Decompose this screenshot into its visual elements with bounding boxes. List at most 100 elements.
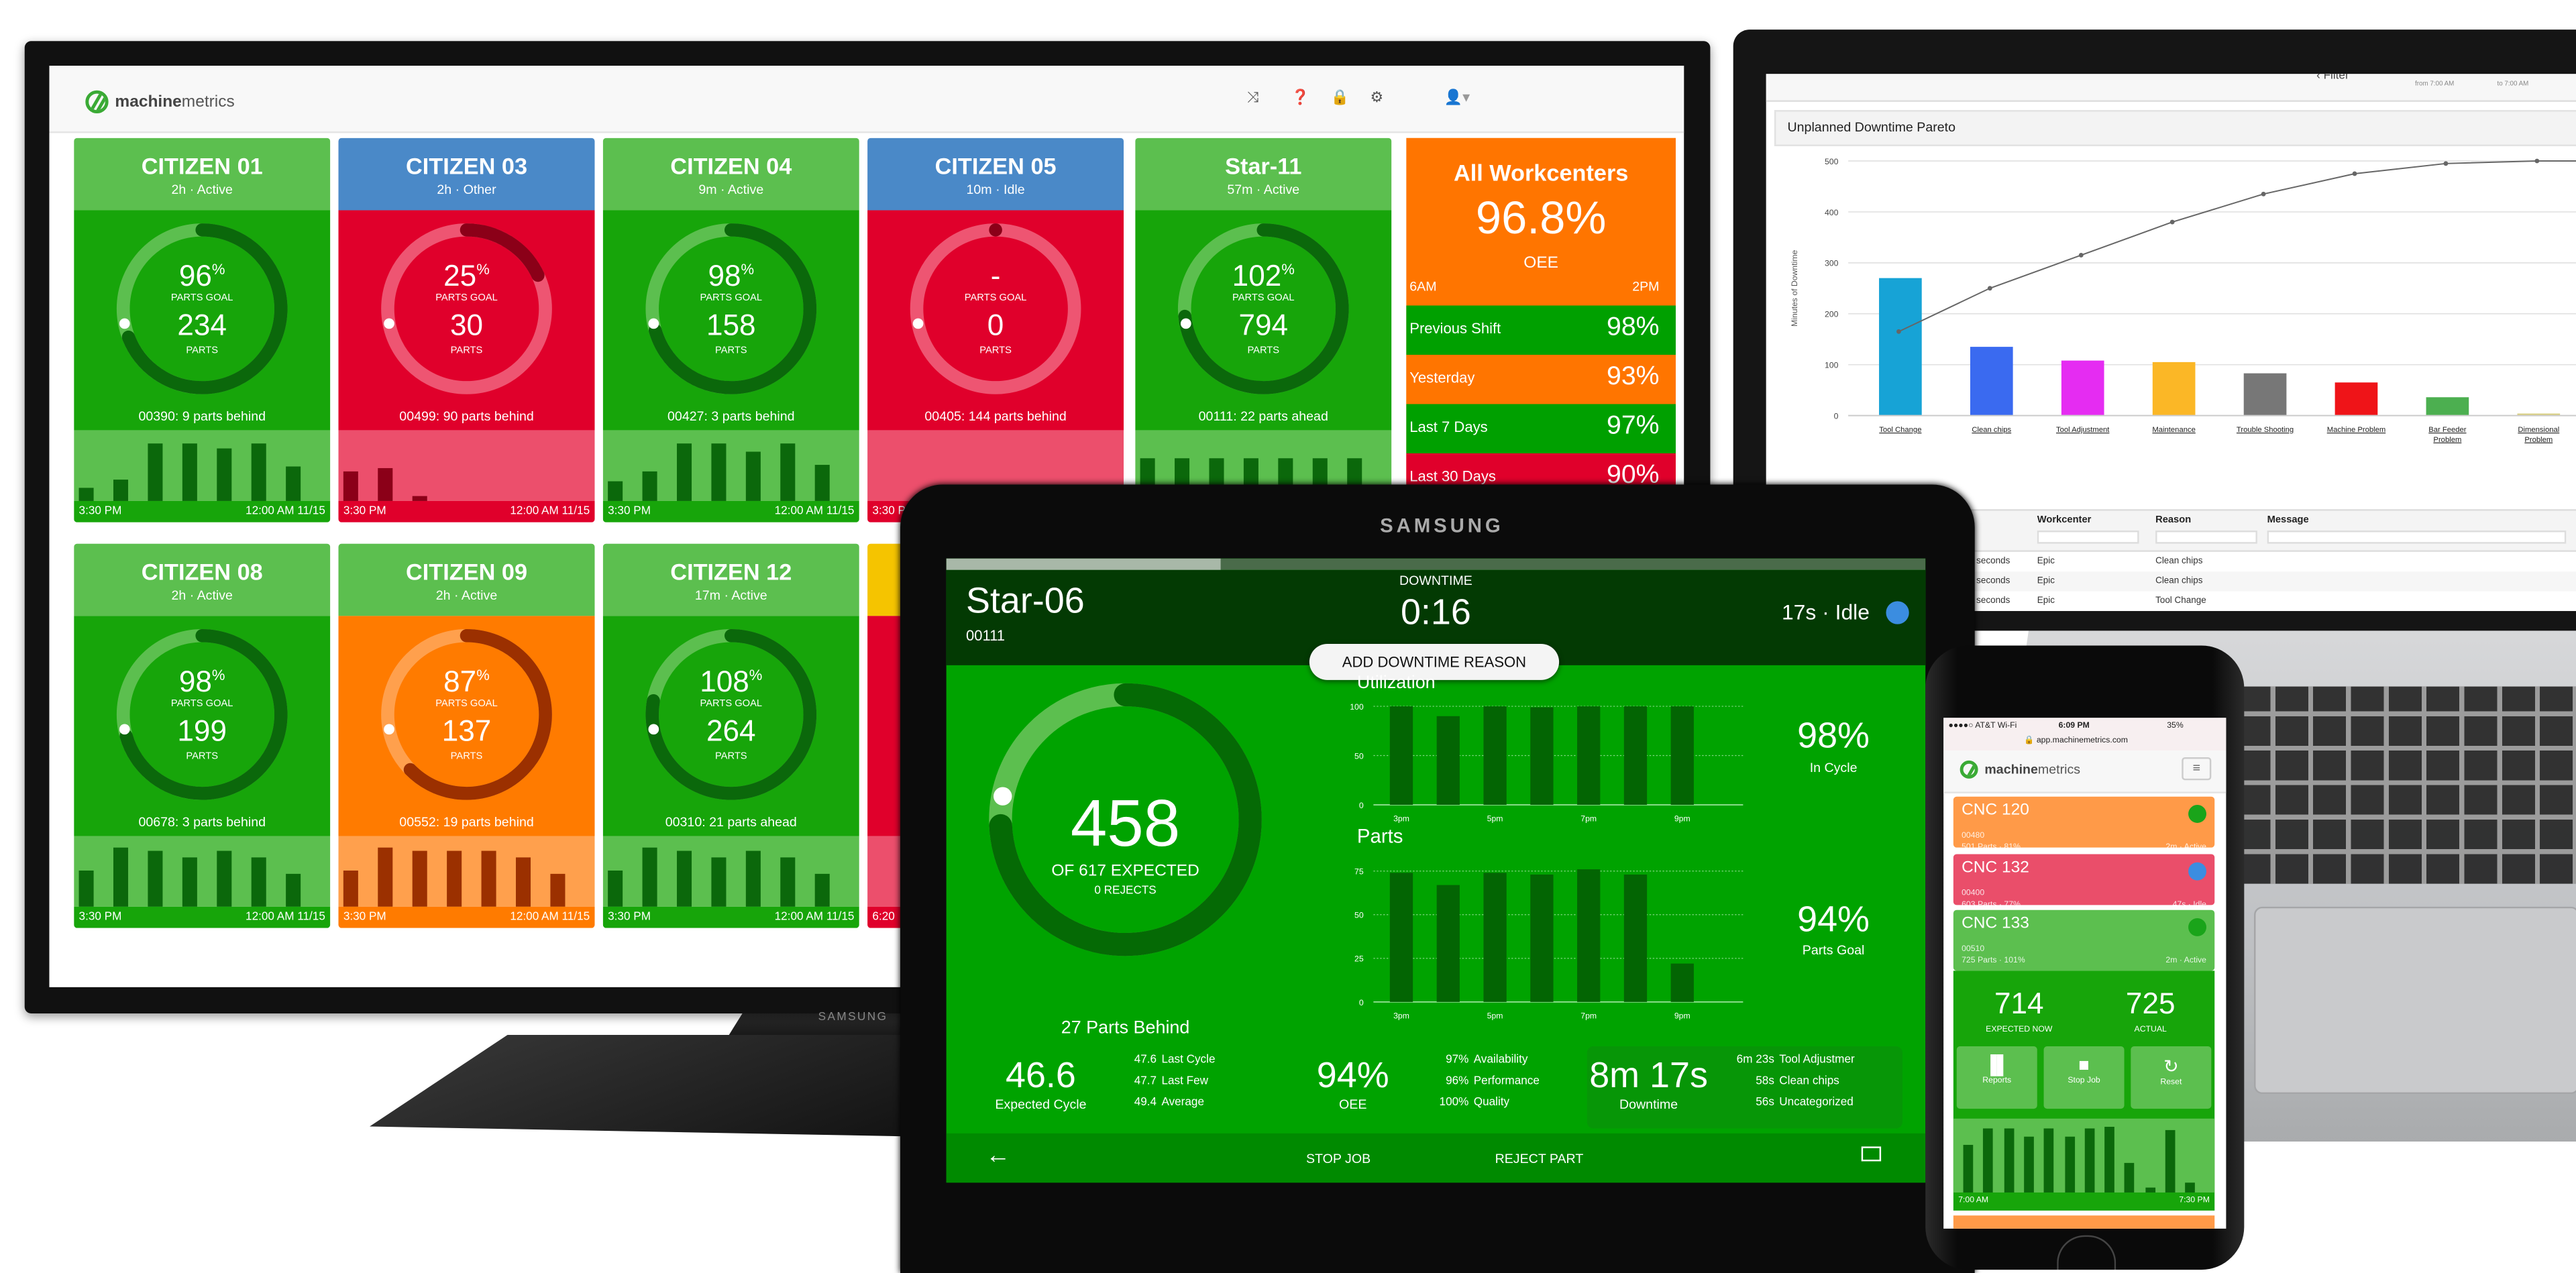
workcenter-tile[interactable]: CITIZEN 04 9m · Active 98% PARTS GOAL 158 PAR…	[602, 137, 859, 522]
parts-goal-percent: 102%	[1232, 259, 1295, 292]
workcenter-tile[interactable]: CITIZEN 01 2h · Active 96% PARTS GOAL 234 PAR…	[74, 137, 331, 522]
column-header[interactable]: Reason	[2155, 516, 2191, 526]
cumulative-point	[2078, 253, 2084, 258]
time-start: 3:30 PM	[78, 506, 122, 518]
x-tick-label: 7pm	[1580, 814, 1597, 823]
job-progress: 00552: 19 parts behind	[399, 814, 534, 830]
reset-button[interactable]: ↻ Reset	[2131, 1046, 2212, 1109]
tile-header: Star-11 57m · Active	[1135, 137, 1392, 211]
column-filter-input[interactable]	[2037, 531, 2139, 544]
oee-period-row[interactable]: Previous Shift 98%	[1406, 305, 1676, 355]
cumulative-line	[1898, 160, 2576, 333]
stop-job-button[interactable]: ■ Stop Job	[2043, 1046, 2125, 1109]
parts-goal-percent: 108%	[700, 665, 763, 698]
x-tick-label[interactable]: Tool Adjustment	[2056, 426, 2110, 434]
workcenter-tile[interactable]: CITIZEN 12 17m · Active 108% PARTS GOAL 264 P…	[602, 543, 859, 928]
parts-goal-percent: 25%	[443, 259, 490, 292]
reject-part-button[interactable]: REJECT PART	[1495, 1152, 1584, 1166]
parts-goal-label: PARTS GOAL	[1232, 294, 1295, 305]
chart-bar	[1483, 706, 1507, 806]
job-number: 00111	[966, 627, 1006, 645]
pareto-bar[interactable]	[1970, 347, 2013, 416]
to-time[interactable]: to 7:00 AM	[2497, 79, 2528, 87]
shuffle-icon[interactable]: ⤨	[1247, 89, 1259, 107]
stop-job-button[interactable]: STOP JOB	[1306, 1152, 1371, 1166]
cumulative-point	[2169, 219, 2175, 225]
pareto-bar[interactable]	[2243, 373, 2287, 416]
parts-goal-label: PARTS GOAL	[435, 700, 498, 710]
column-filter-input[interactable]	[2155, 531, 2257, 544]
hamburger-menu-icon[interactable]: ≡	[2182, 757, 2212, 781]
x-tick-label[interactable]: Trouble Shooting	[2237, 426, 2294, 434]
x-tick-label[interactable]: Bar Feeder	[2428, 426, 2467, 434]
tile-header: CITIZEN 01 2h · Active	[74, 137, 331, 211]
pareto-bar[interactable]	[2334, 382, 2378, 416]
workcenter-tile[interactable]: CITIZEN 05 10m · Idle - PARTS GOAL 0 PARTS 004…	[867, 137, 1124, 522]
workcenter-tile[interactable]: Star-11 57m · Active 102% PARTS GOAL 794 PART…	[1135, 137, 1392, 522]
cycle-value: 46.6	[1005, 1054, 1076, 1096]
table-cell: seconds	[1976, 557, 2010, 567]
column-filter-input[interactable]	[2267, 531, 2567, 544]
parts-label: PARTS	[979, 346, 1012, 357]
next-card[interactable]	[1953, 1215, 2215, 1229]
chart-bar	[2104, 1127, 2115, 1193]
workcenter-tile[interactable]: CITIZEN 09 2h · Active 87% PARTS GOAL 137 PAR…	[338, 543, 595, 928]
x-tick-label[interactable]: Maintenance	[2152, 426, 2195, 434]
help-icon[interactable]: ❓	[1291, 89, 1309, 107]
x-tick-label[interactable]: Dimensional	[2518, 426, 2559, 434]
lock-icon[interactable]: 🔒	[1331, 89, 1349, 107]
allwc-oee-value: 96.8%	[1475, 192, 1607, 243]
machine-card[interactable]: CNC 120 00480 501 Parts · 81% 2m · Active	[1953, 796, 2215, 852]
pareto-bar[interactable]	[1879, 278, 1922, 416]
oee-period-row[interactable]: Yesterday 93%	[1406, 354, 1676, 404]
from-time[interactable]: from 7:00 AM	[2415, 79, 2454, 87]
chart-bar	[1389, 706, 1413, 806]
back-arrow-icon[interactable]: ←	[985, 1142, 1010, 1170]
x-tick-label[interactable]: Tool Change	[1879, 426, 1921, 434]
tv-brand: SAMSUNG	[818, 1011, 888, 1023]
workcenter-tile[interactable]: CITIZEN 03 2h · Other 25% PARTS GOAL 30 PARTS…	[338, 137, 595, 522]
tablet-machine-view: Star-06 00111 DOWNTIME 0:16 17s · Idle A…	[946, 558, 1926, 1183]
pareto-bar[interactable]	[2152, 362, 2196, 416]
machine-card[interactable]: CNC 133 00510 725 Parts · 101% 2m · Active	[1953, 909, 2215, 971]
x-tick-label[interactable]: Problem	[2433, 436, 2461, 444]
chart-start-time: 7:00 AM	[1958, 1195, 1989, 1206]
period-label: Yesterday	[1409, 370, 1475, 386]
y-tick-label: 200	[1825, 310, 1839, 319]
column-header[interactable]: Message	[2267, 516, 2309, 526]
tile-body: 102% PARTS GOAL 794 PARTS 00111: 22 parts ah…	[1135, 210, 1392, 431]
user-icon[interactable]: 👤▾	[1444, 89, 1470, 107]
pareto-bar[interactable]	[2426, 397, 2469, 416]
time-start: 3:30 PM	[343, 911, 386, 924]
pareto-bar[interactable]	[2061, 360, 2104, 416]
tile-header: CITIZEN 05 10m · Idle	[867, 137, 1124, 211]
table-cell: Epic	[2037, 557, 2055, 567]
machinemetrics-logo[interactable]: machinemetrics	[85, 90, 235, 113]
chart-end-time: 7:30 PM	[2179, 1195, 2210, 1206]
tile-body: 98% PARTS GOAL 199 PARTS 00678: 3 parts behi…	[74, 616, 331, 836]
filter-button[interactable]: ‹ Filter	[2316, 74, 2349, 82]
y-tick-label: 0	[1834, 411, 1839, 421]
gear-icon[interactable]: ⚙	[1370, 89, 1383, 107]
filter-label: Filter	[2323, 74, 2349, 82]
url-bar[interactable]: 🔒 app.machinemetrics.com	[2024, 736, 2128, 746]
cycle-detail-row: 47.6 Last Cycle	[1134, 1054, 1216, 1066]
tile-body: - PARTS GOAL 0 PARTS 00405: 144 parts behind	[867, 210, 1124, 431]
machinemetrics-logo[interactable]: machinemetrics	[1960, 760, 2080, 779]
x-tick-label[interactable]: Machine Problem	[2327, 426, 2386, 434]
parts-label: PARTS	[186, 752, 219, 763]
downtime-label: Downtime	[1619, 1097, 1678, 1112]
machine-card[interactable]: CNC 132 00400 603 Parts · 77% 47s · Idle	[1953, 853, 2215, 909]
x-tick-label[interactable]: Problem	[2524, 436, 2553, 444]
chart-bar	[148, 850, 163, 907]
in-cycle-label: In Cycle	[1809, 760, 1858, 775]
reports-button[interactable]: ▐▌ Reports	[1956, 1046, 2037, 1109]
period-oee: 97%	[1607, 412, 1660, 441]
workcenter-status: 2h · Other	[437, 182, 496, 197]
workcenter-tile[interactable]: CITIZEN 08 2h · Active 98% PARTS GOAL 199 PAR…	[74, 543, 331, 928]
workcenter-status: 2h · Active	[171, 182, 233, 197]
column-header[interactable]: Workcenter	[2037, 516, 2092, 526]
x-tick-label[interactable]: Clean chips	[1972, 426, 2011, 434]
oee-period-row[interactable]: Last 7 Days 97%	[1406, 404, 1676, 453]
monitor-icon[interactable]	[1861, 1146, 1882, 1162]
